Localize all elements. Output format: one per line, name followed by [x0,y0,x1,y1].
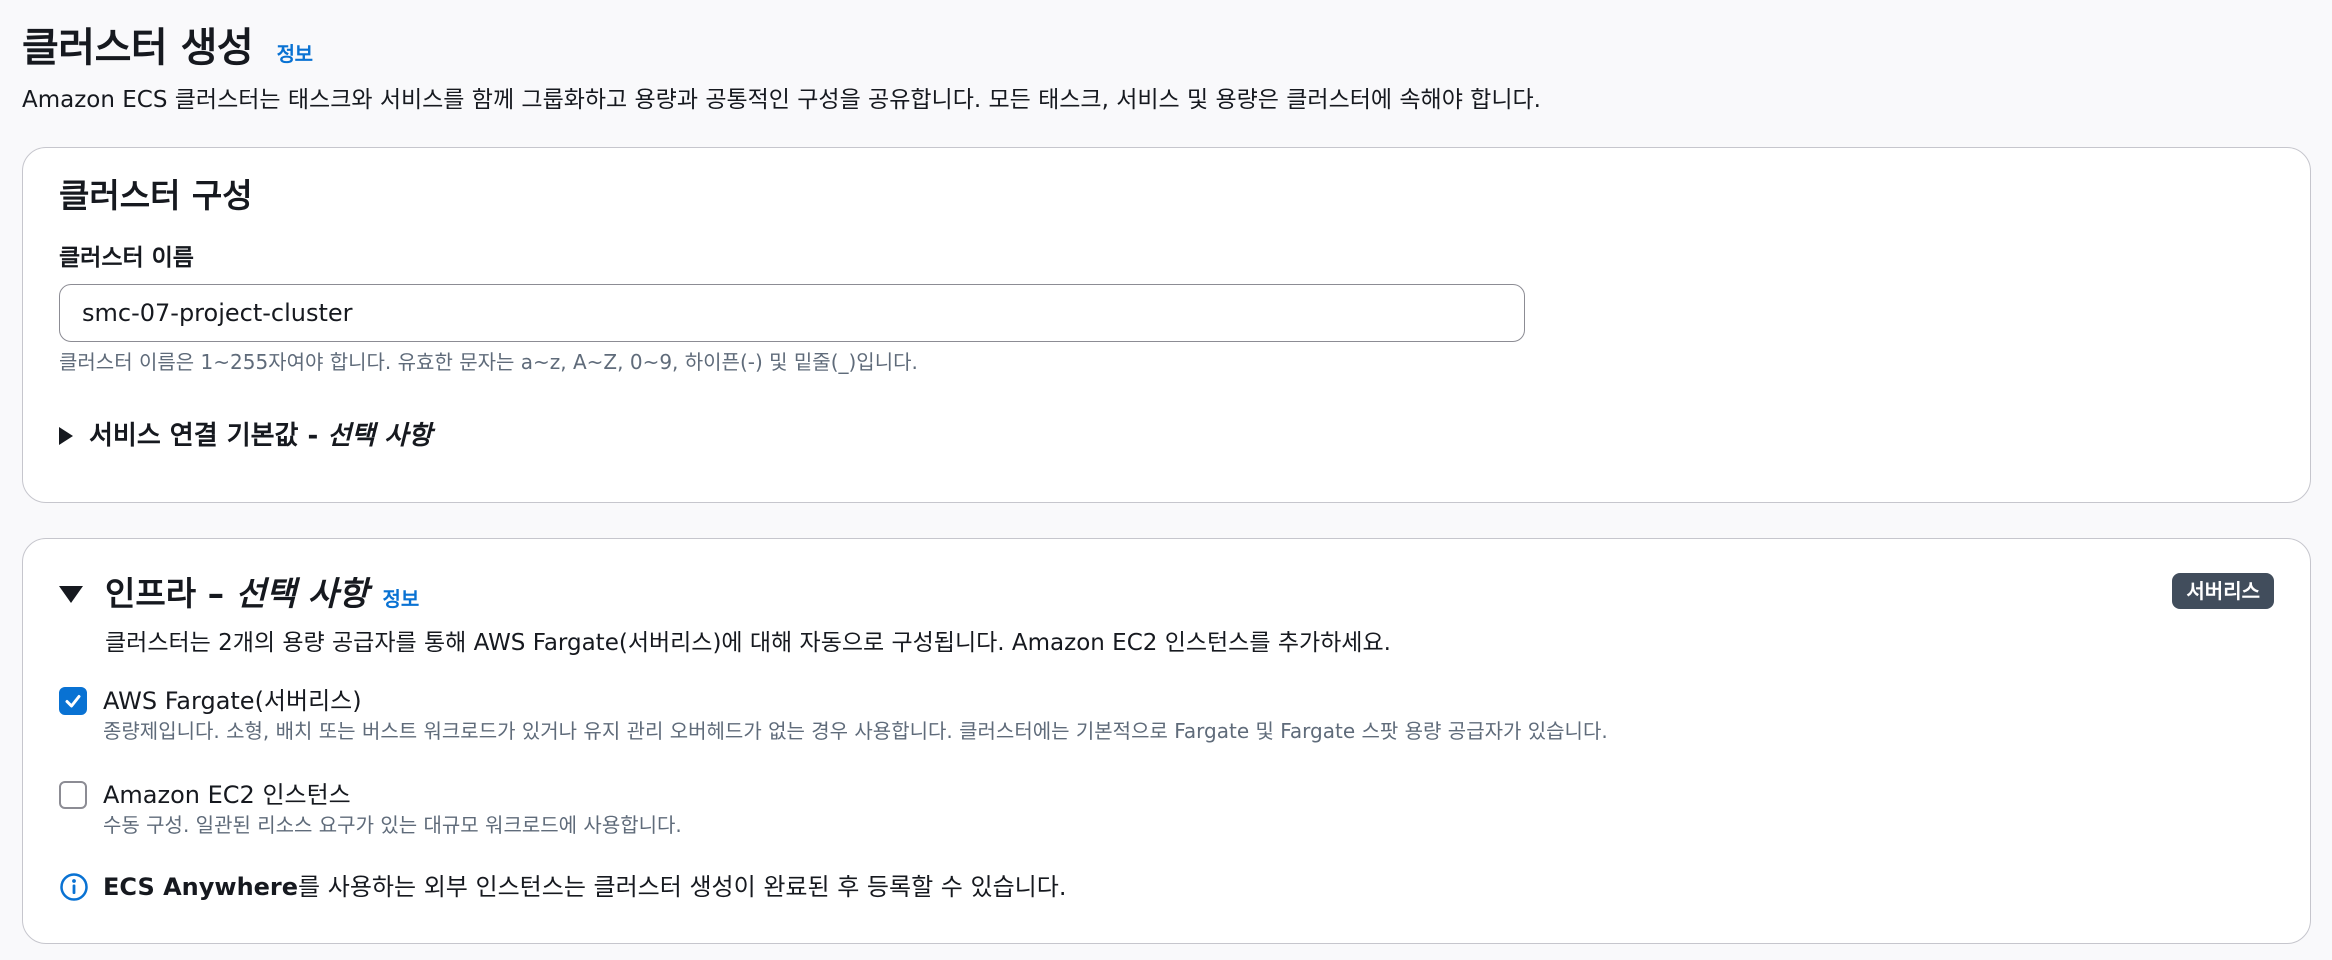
infrastructure-optional: 선택 사항 [235,574,369,613]
cluster-name-input[interactable] [59,284,1525,342]
ec2-description: 수동 구성. 일관된 리소스 요구가 있는 대규모 워크로드에 사용합니다. [103,813,682,837]
infrastructure-expander[interactable]: 인프라 – 선택 사항 정보 [59,567,419,621]
infrastructure-description: 클러스터는 2개의 용량 공급자를 통해 AWS Fargate(서버리스)에 … [105,630,1391,656]
service-connect-label: 서비스 연결 기본값 - [89,421,328,451]
cluster-name-constraint: 클러스터 이름은 1~255자여야 합니다. 유효한 문자는 a~z, A~Z,… [59,350,918,374]
cluster-name-label: 클러스터 이름 [59,245,194,271]
ec2-label[interactable]: Amazon EC2 인스턴스 [103,779,682,811]
ecs-anywhere-label: ECS Anywhere [103,873,299,901]
fargate-option: AWS Fargate(서버리스) 종량제입니다. 소형, 배치 또는 버스트 … [59,685,1608,745]
cluster-config-panel: 클러스터 구성 클러스터 이름 클러스터 이름은 1~255자여야 합니다. 유… [22,147,2311,503]
cluster-config-title: 클러스터 구성 [59,176,253,215]
page-title: 클러스터 생성 [22,25,254,71]
infrastructure-title: 인프라 – [105,574,236,613]
caret-right-icon [59,427,73,445]
info-circle-icon [60,873,88,901]
infrastructure-panel: 인프라 – 선택 사항 정보 서버리스 클러스터는 2개의 용량 공급자를 통해… [22,538,2311,944]
ecs-anywhere-text: 를 사용하는 외부 인스턴스는 클러스터 생성이 완료된 후 등록할 수 있습니… [298,873,1067,901]
fargate-checkbox[interactable] [59,687,87,715]
ec2-checkbox[interactable] [59,781,87,809]
serverless-badge: 서버리스 [2172,573,2274,609]
infrastructure-info-link[interactable]: 정보 [383,577,420,621]
caret-down-icon [59,585,83,603]
service-connect-expander[interactable]: 서비스 연결 기본값 - 선택 사항 [59,418,432,454]
fargate-description: 종량제입니다. 소형, 배치 또는 버스트 워크로드가 있거나 유지 관리 오버… [103,719,1608,743]
service-connect-optional: 선택 사항 [327,421,433,451]
page-description: Amazon ECS 클러스터는 태스크와 서비스를 함께 그룹화하고 용량과 … [22,87,1541,113]
ec2-option: Amazon EC2 인스턴스 수동 구성. 일관된 리소스 요구가 있는 대규… [59,779,682,839]
fargate-label[interactable]: AWS Fargate(서버리스) [103,685,1608,717]
page-header: 클러스터 생성 정보 [22,20,313,82]
checkmark-icon [65,695,81,708]
header-info-link[interactable]: 정보 [277,42,313,66]
ecs-anywhere-note: ECS Anywhere 를 사용하는 외부 인스턴스는 클러스터 생성이 완료… [59,871,1066,903]
